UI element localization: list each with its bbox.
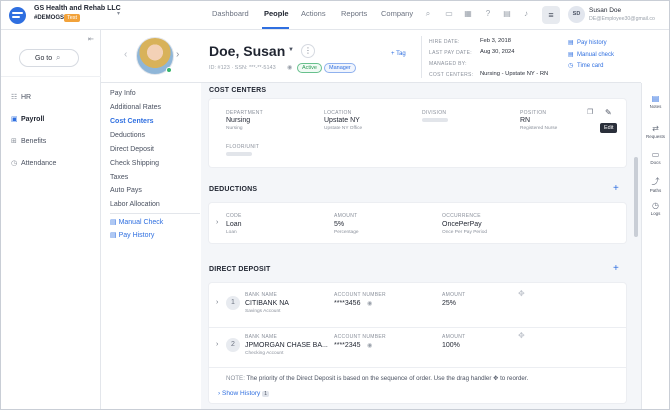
window-frame <box>0 0 670 410</box>
